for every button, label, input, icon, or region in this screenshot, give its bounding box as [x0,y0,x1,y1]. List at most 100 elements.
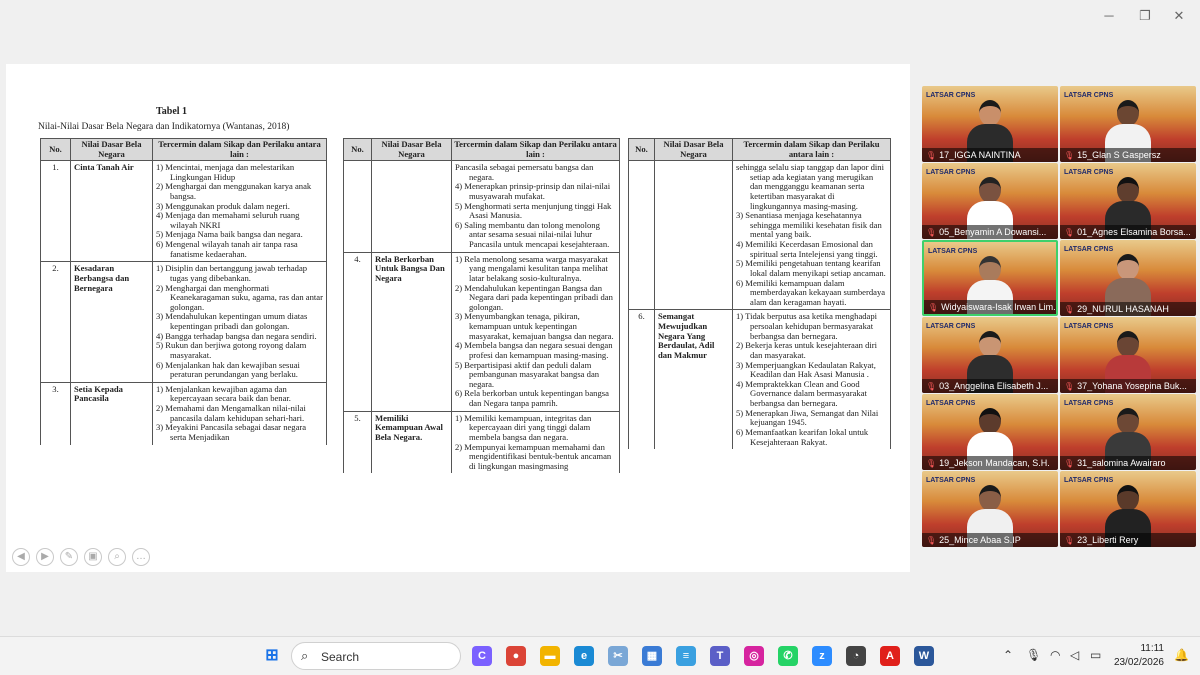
row-indicators: 1) Tidak berputus asa ketika menghadapi … [732,309,891,450]
notepad-icon[interactable]: ≡ [676,646,696,666]
indicator-item: 2) Menghargai dan menghormati Keanekarag… [156,282,323,312]
next-icon[interactable]: ▶ [36,548,54,566]
participant-tile[interactable]: LATSAR CPNS 🎙 15_Glan S Gaspersz [1060,86,1196,162]
indicator-item: 6) Menjalankan hak dan kewajiban sesuai … [156,359,300,380]
search-box[interactable]: ⌕ Search [291,642,461,670]
participant-name: 🎙 Widyaiswara-Isak Irwan Lim... [924,300,1056,314]
zoom-icon[interactable]: ⌕ [108,548,126,566]
clock[interactable]: 11:11 23/02/2026 [1114,642,1164,670]
file-explorer-icon[interactable]: ▬ [540,646,560,666]
search-icon: ⌕ [301,648,309,663]
doc-title: Tabel 1 [156,106,188,117]
whatsapp-icon[interactable]: ✆ [778,646,798,666]
participant-name-text: 25_Mince Abaa S.IP [939,535,1021,545]
pen-icon[interactable]: ✎ [60,548,78,566]
window-titlebar: ─ ❐ ✕ [0,0,1200,32]
participant-name: 🎙 15_Glan S Gaspersz [1060,148,1196,162]
header-no: No. [343,138,372,161]
participant-tile[interactable]: LATSAR CPNS 🎙 25_Mince Abaa S.IP [922,471,1058,547]
chevron-up-icon[interactable]: ⌃ [1003,648,1013,662]
chrome-icon[interactable]: ● [506,646,526,666]
indicator-item: Pancasila sebagai pemersatu bangsa dan n… [455,162,594,182]
indicator-item: 6) Memiliki kemampuan dalam memberdayaka… [736,277,886,307]
acrobat-icon[interactable]: A [880,646,900,666]
muted-mic-icon: 🎙 [1064,151,1075,160]
row-number: 5. [343,410,372,474]
close-icon[interactable]: ✕ [1168,6,1190,26]
previous-icon[interactable]: ◀ [12,548,30,566]
tile-banner: LATSAR CPNS [1064,169,1114,176]
row-indicators: 1) Menjalankan kewajiban agama dan keper… [152,381,327,445]
slides-icon[interactable]: ▣ [84,548,102,566]
participant-tile[interactable]: LATSAR CPNS 🎙 37_Yohana Yosepina Buk... [1060,317,1196,393]
word-icon[interactable]: W [914,646,934,666]
wifi-icon[interactable]: ◠ [1050,648,1060,662]
search-placeholder: Search [321,650,360,664]
participant-name: 🎙 01_Agnes Elsamina Borsa... [1060,225,1196,239]
indicator-item: 3) Mendahulukan kepentingan umum diatas … [156,311,308,331]
participant-tile[interactable]: LATSAR CPNS 🎙 05_Benyamin A Dowansi... [922,163,1058,239]
tile-banner: LATSAR CPNS [1064,400,1114,407]
row-value: Memiliki Kemampuan Awal Bela Negara. [371,410,452,474]
zoom-icon[interactable]: z [812,646,832,666]
more-icon[interactable]: … [132,548,150,566]
copilot-icon[interactable]: C [472,646,492,666]
row-number: 3. [40,381,71,445]
indicator-item: 5) Menghormati serta menjunjung tinggi H… [455,200,612,221]
participant-tile[interactable]: LATSAR CPNS 🎙 29_NURUL HASANAH [1060,240,1196,316]
battery-icon[interactable]: ▭ [1090,648,1101,662]
indicator-item: 3) Memperjuangkan Kedaulatan Rakyat, Kea… [736,359,876,380]
camera-icon[interactable]: ◔ [846,646,866,666]
row-indicators: 1) Mencintai, menjaga dan melestarikan L… [152,159,327,262]
minimize-icon[interactable]: ─ [1098,6,1120,26]
microphone-icon[interactable]: 🎙 [1026,648,1041,662]
indicator-item: 4) Menjaga dan memahami seluruh ruang wi… [156,210,300,230]
row-value: Semangat Mewujudkan Negara Yang Berdaula… [654,309,733,450]
store-icon[interactable]: ▦ [642,646,662,666]
indicator-item: 2) Menghargai dan menggunakan karya anak… [156,181,312,201]
participant-name: 🎙 25_Mince Abaa S.IP [922,533,1058,547]
header-no: No. [628,138,655,161]
table-part-1: No. Nilai Dasar Bela Negara Tercermin da… [40,138,327,445]
participant-tile[interactable]: LATSAR CPNS 🎙 19_Jekson Mandacan, S.H. [922,394,1058,470]
indicator-item: 1) Rela menolong sesama warga masyarakat… [455,253,608,283]
participant-tile[interactable]: LATSAR CPNS 🎙 31_salomina Awairaro [1060,394,1196,470]
tile-banner: LATSAR CPNS [926,400,976,407]
row-number: 4. [343,251,372,412]
edge-icon[interactable]: e [574,646,594,666]
participant-name: 🎙 05_Benyamin A Dowansi... [922,225,1058,239]
participant-name: 🎙 03_Anggelina Elisabeth J... [922,379,1058,393]
participant-tile[interactable]: LATSAR CPNS 🎙 Widyaiswara-Isak Irwan Lim..… [922,240,1058,316]
tile-banner: LATSAR CPNS [1064,92,1114,99]
participant-tile[interactable]: LATSAR CPNS 🎙 01_Agnes Elsamina Borsa... [1060,163,1196,239]
tile-banner: LATSAR CPNS [1064,246,1114,253]
table-row: sehingga selalu siap tanggap dan lapor d… [628,159,891,310]
table-part-2: No. Nilai Dasar Bela Negara Tercermin da… [343,138,620,474]
muted-mic-icon: 🎙 [1064,305,1075,314]
restore-icon[interactable]: ❐ [1134,6,1156,26]
participant-tile[interactable]: LATSAR CPNS 🎙 23_Liberti Rery [1060,471,1196,547]
muted-mic-icon: 🎙 [1064,382,1075,391]
snipping-tool-icon[interactable]: ✂ [608,646,628,666]
muted-mic-icon: 🎙 [928,303,939,312]
muted-mic-icon: 🎙 [1064,459,1075,468]
participant-name: 🎙 37_Yohana Yosepina Buk... [1060,379,1196,393]
start-icon[interactable]: ⊞ [262,646,282,666]
participant-tile[interactable]: LATSAR CPNS 🎙 03_Anggelina Elisabeth J... [922,317,1058,393]
teams-icon[interactable]: T [710,646,730,666]
row-value: Kesadaran Berbangsa dan Bernegara [70,261,153,383]
header-sikap: Tercermin dalam Sikap dan Perilaku antar… [732,138,891,161]
row-value: Rela Berkorban Untuk Bangsa Dan Negara [371,251,452,412]
participant-name-text: 29_NURUL HASANAH [1077,304,1169,314]
instagram-icon[interactable]: ◎ [744,646,764,666]
indicator-item: 4) Mempraktekkan Clean and Good Governan… [736,378,867,408]
notification-icon[interactable]: 🔔 [1174,648,1189,662]
indicator-item: 2) Mempunyai kemampuan memahami dan meng… [455,441,612,471]
participant-tile[interactable]: LATSAR CPNS 🎙 17_IGGA NAINTINA [922,86,1058,162]
row-indicators: 1) Disiplin dan bertanggung jawab terhad… [152,261,327,383]
participant-name: 🎙 31_salomina Awairaro [1060,456,1196,470]
indicator-item: 6) Rela berkorban untuk kepentingan bang… [455,388,609,408]
muted-mic-icon: 🎙 [926,382,937,391]
volume-icon[interactable]: ◁ [1070,648,1079,662]
participant-name-text: 37_Yohana Yosepina Buk... [1077,381,1187,391]
